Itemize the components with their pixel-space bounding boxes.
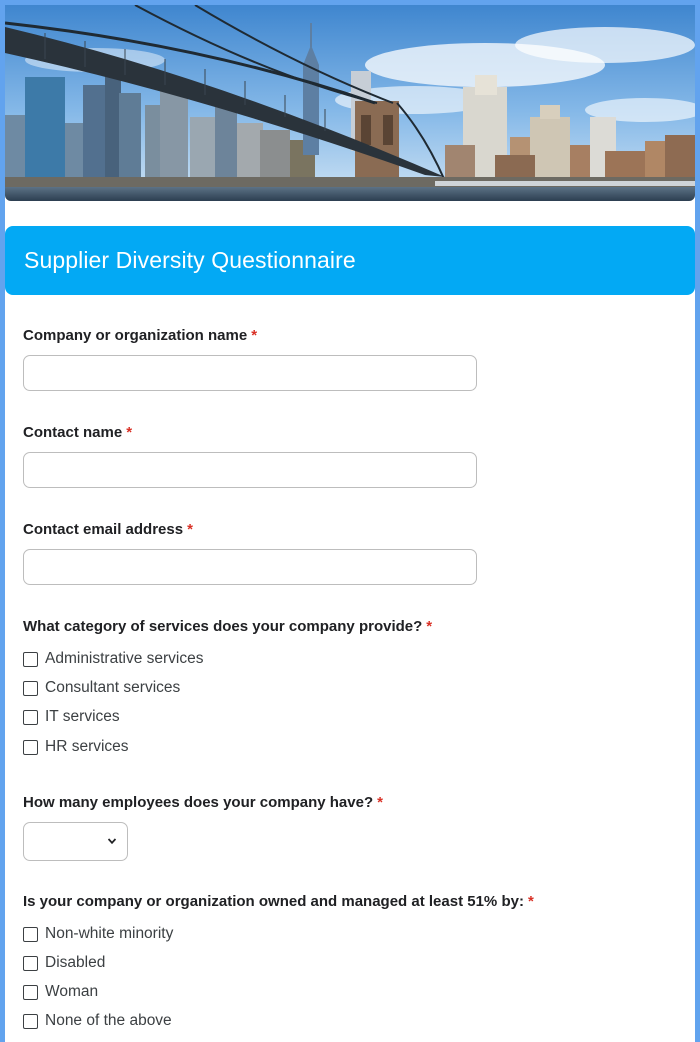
required-asterisk: * bbox=[187, 521, 193, 538]
required-asterisk: * bbox=[251, 327, 258, 344]
employees-label: How many employees does your company hav… bbox=[23, 794, 383, 811]
employees-select[interactable] bbox=[23, 822, 128, 861]
services-option-hr[interactable]: HR services bbox=[23, 738, 129, 756]
company-name-label: Company or organization name * bbox=[23, 327, 258, 344]
ownership-option-woman[interactable]: Woman bbox=[23, 983, 98, 1001]
ownership-option-none[interactable]: None of the above bbox=[23, 1012, 172, 1030]
ownership-option-disabled[interactable]: Disabled bbox=[23, 954, 105, 972]
checkbox[interactable] bbox=[23, 1013, 38, 1029]
checkbox[interactable] bbox=[23, 739, 38, 755]
contact-name-input[interactable] bbox=[23, 452, 477, 488]
services-option-consultant[interactable]: Consultant services bbox=[23, 679, 180, 697]
banner-image bbox=[5, 5, 695, 201]
required-asterisk: * bbox=[377, 794, 383, 811]
form-header: Supplier Diversity Questionnaire bbox=[5, 226, 695, 295]
contact-name-label: Contact name * bbox=[23, 424, 133, 441]
contact-email-input[interactable] bbox=[23, 549, 477, 585]
required-asterisk: * bbox=[527, 893, 534, 910]
checkbox[interactable] bbox=[23, 709, 38, 725]
checkbox[interactable] bbox=[23, 651, 38, 667]
checkbox[interactable] bbox=[23, 984, 38, 1000]
form-page: Supplier Diversity Questionnaire Company… bbox=[5, 5, 695, 1042]
company-name-input[interactable] bbox=[23, 355, 477, 391]
form-title: Supplier Diversity Questionnaire bbox=[24, 247, 356, 273]
ownership-label: Is your company or organization owned an… bbox=[23, 893, 534, 910]
services-label: What category of services does your comp… bbox=[23, 618, 433, 635]
checkbox[interactable] bbox=[23, 680, 38, 696]
required-asterisk: * bbox=[126, 424, 133, 441]
checkbox[interactable] bbox=[23, 955, 38, 971]
services-option-administrative[interactable]: Administrative services bbox=[23, 650, 204, 668]
city-skyline-bridge-image bbox=[5, 5, 695, 201]
checkbox[interactable] bbox=[23, 926, 38, 942]
chevron-down-icon bbox=[108, 838, 116, 845]
required-asterisk: * bbox=[426, 618, 433, 635]
services-option-it[interactable]: IT services bbox=[23, 708, 120, 726]
contact-email-label: Contact email address * bbox=[23, 521, 193, 538]
ownership-option-minority[interactable]: Non-white minority bbox=[23, 925, 173, 943]
